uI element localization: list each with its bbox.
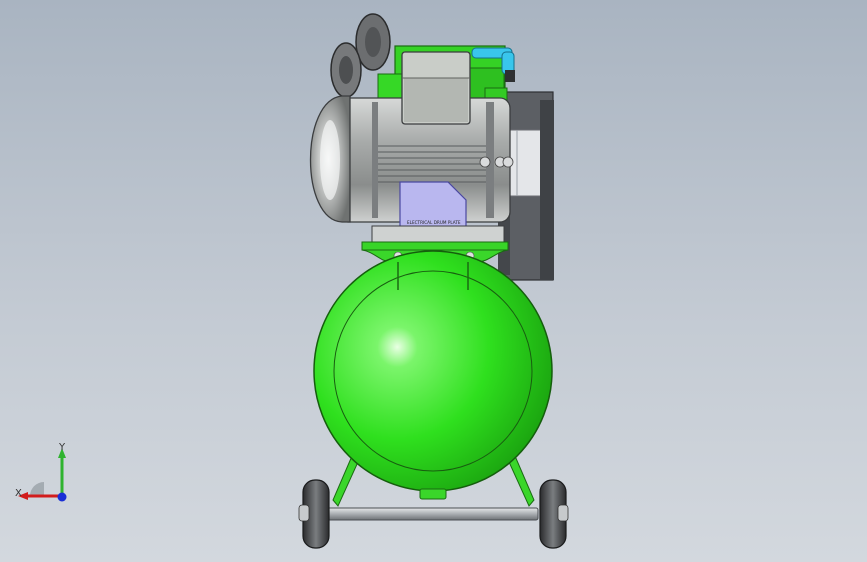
orientation-triad: X Y xyxy=(15,442,67,502)
triad-plane-icon xyxy=(30,482,44,496)
graphics-viewport[interactable]: ELECTRICAL DRUM PLATE X Y xyxy=(0,0,867,562)
y-axis-label: Y xyxy=(58,442,66,453)
z-axis-icon xyxy=(57,492,67,502)
right-wheel xyxy=(539,479,569,549)
x-axis-label: X xyxy=(15,488,22,499)
nameplate-text: ELECTRICAL DRUM PLATE xyxy=(407,220,461,225)
terminal-box xyxy=(401,51,471,125)
compressor-model[interactable]: ELECTRICAL DRUM PLATE xyxy=(0,0,867,562)
wheel-axle xyxy=(325,507,539,521)
left-wheel xyxy=(298,479,330,549)
